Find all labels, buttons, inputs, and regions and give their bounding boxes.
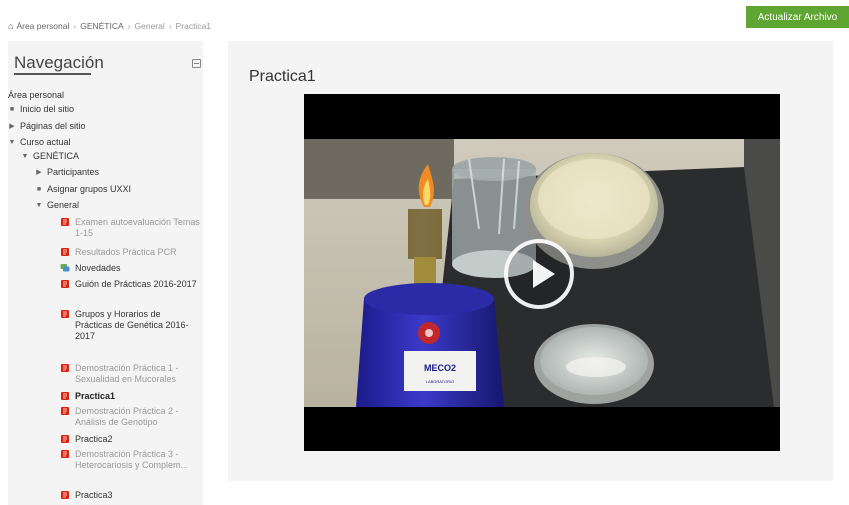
nav-item-grupos-horarios[interactable]: Grupos y Horarios de Prácticas de Genéti…	[60, 309, 200, 342]
breadcrumb-item-area-personal[interactable]: Área personal	[16, 21, 69, 31]
breadcrumb-separator-icon: ›	[168, 21, 172, 31]
caret-right-icon[interactable]: ▶	[8, 121, 16, 132]
nav-item-label: Curso actual	[20, 137, 71, 147]
nav-item-label: General	[47, 200, 80, 210]
collapse-block-icon[interactable]	[192, 59, 201, 68]
caret-down-icon[interactable]: ▼	[21, 151, 29, 162]
bottle-sublabel: LABORATORIO	[426, 379, 455, 384]
bullet-icon: ■	[36, 186, 42, 193]
navigation-title: Navegación	[14, 53, 104, 72]
nav-item-label: Guión de Prácticas 2016-2017	[75, 279, 197, 289]
breadcrumb-item-genetica[interactable]: GENÉTICA	[80, 21, 123, 31]
breadcrumb: ⌂ Área personal › GENÉTICA › General › P…	[8, 21, 211, 31]
breadcrumb-item-current: Practica1	[175, 21, 212, 31]
nav-item-area-personal[interactable]: Área personal	[8, 90, 64, 101]
nav-item-label: Resultados Práctica PCR	[75, 247, 177, 257]
page-title: Practica1	[249, 68, 316, 85]
nav-item-label: Examen autoevaluación Temas 1-15	[75, 217, 200, 238]
nav-item-demo2[interactable]: Demostración Práctica 2 - Análisis de Ge…	[60, 406, 200, 428]
pdf-icon	[61, 491, 69, 499]
nav-item-curso-actual[interactable]: ▼ Curso actual	[8, 137, 71, 148]
update-file-button[interactable]: Actualizar Archivo	[746, 6, 849, 28]
nav-item-resultados[interactable]: Resultados Práctica PCR	[60, 247, 200, 258]
pdf-icon	[61, 218, 69, 226]
nav-item-practica2[interactable]: Practica2	[60, 434, 200, 445]
nav-item-label: Demostración Práctica 2 - Análisis de Ge…	[75, 406, 179, 427]
pdf-icon	[61, 407, 69, 415]
nav-item-inicio[interactable]: ■ Inicio del sitio	[8, 104, 74, 115]
caret-down-icon[interactable]: ▼	[35, 200, 43, 211]
nav-item-guion[interactable]: Guión de Prácticas 2016-2017	[60, 279, 200, 290]
title-underline	[14, 73, 91, 75]
nav-item-label: Practica1	[75, 391, 116, 401]
nav-item-label: Grupos y Horarios de Prácticas de Genéti…	[75, 309, 189, 341]
nav-item-paginas[interactable]: ▶ Páginas del sitio	[8, 121, 86, 132]
nav-item-demo3[interactable]: Demostración Práctica 3 - Heterocariosis…	[60, 449, 200, 471]
caret-down-icon[interactable]: ▼	[8, 137, 16, 148]
pdf-icon	[61, 450, 69, 458]
nav-item-examen[interactable]: Examen autoevaluación Temas 1-15	[60, 217, 200, 239]
nav-item-participantes[interactable]: ▶ Participantes	[35, 167, 99, 178]
play-icon[interactable]	[504, 239, 574, 309]
nav-item-practica1-current[interactable]: Practica1	[60, 391, 200, 402]
nav-item-label: Practica3	[75, 490, 113, 500]
bullet-icon: ■	[9, 106, 15, 113]
nav-item-general[interactable]: ▼ General	[35, 200, 80, 211]
nav-item-label: Novedades	[75, 263, 121, 273]
nav-item-label: Área personal	[8, 90, 65, 100]
breadcrumb-separator-icon: ›	[127, 21, 131, 31]
breadcrumb-separator-icon: ›	[73, 21, 77, 31]
caret-right-icon[interactable]: ▶	[35, 167, 43, 178]
nav-item-label: Inicio del sitio	[20, 104, 75, 114]
nav-item-label: Demostración Práctica 3 - Heterocariosis…	[75, 449, 189, 470]
nav-item-label: Páginas del sitio	[20, 121, 86, 131]
forum-icon	[60, 264, 70, 272]
nav-item-novedades[interactable]: Novedades	[60, 263, 200, 274]
pdf-icon	[61, 310, 69, 318]
pdf-icon	[61, 392, 69, 400]
nav-item-label: Asignar grupos UXXI	[47, 184, 132, 194]
navigation-block: Navegación Área personal ■ Inicio del si…	[8, 41, 203, 505]
pdf-icon	[61, 280, 69, 288]
home-icon[interactable]: ⌂	[8, 21, 13, 31]
bottle-label: MECO2	[424, 363, 456, 373]
nav-item-label: Practica2	[75, 434, 113, 444]
main-content: Practica1 MECO2 LABORATORIO	[228, 41, 833, 481]
nav-item-label: Demostración Práctica 1 - Sexualidad en …	[75, 363, 179, 384]
pdf-icon	[61, 248, 69, 256]
nav-item-demo1[interactable]: Demostración Práctica 1 - Sexualidad en …	[60, 363, 200, 385]
nav-item-label: GENÉTICA	[33, 151, 80, 161]
pdf-icon	[61, 435, 69, 443]
video-player[interactable]: MECO2 LABORATORIO	[304, 94, 780, 451]
nav-item-practica3[interactable]: Practica3	[60, 490, 200, 501]
nav-item-asignar-grupos[interactable]: ■ Asignar grupos UXXI	[35, 184, 131, 195]
nav-item-genetica[interactable]: ▼ GENÉTICA	[21, 151, 79, 162]
pdf-icon	[61, 364, 69, 372]
breadcrumb-item-general[interactable]: General	[135, 21, 165, 31]
nav-item-label: Participantes	[47, 167, 100, 177]
